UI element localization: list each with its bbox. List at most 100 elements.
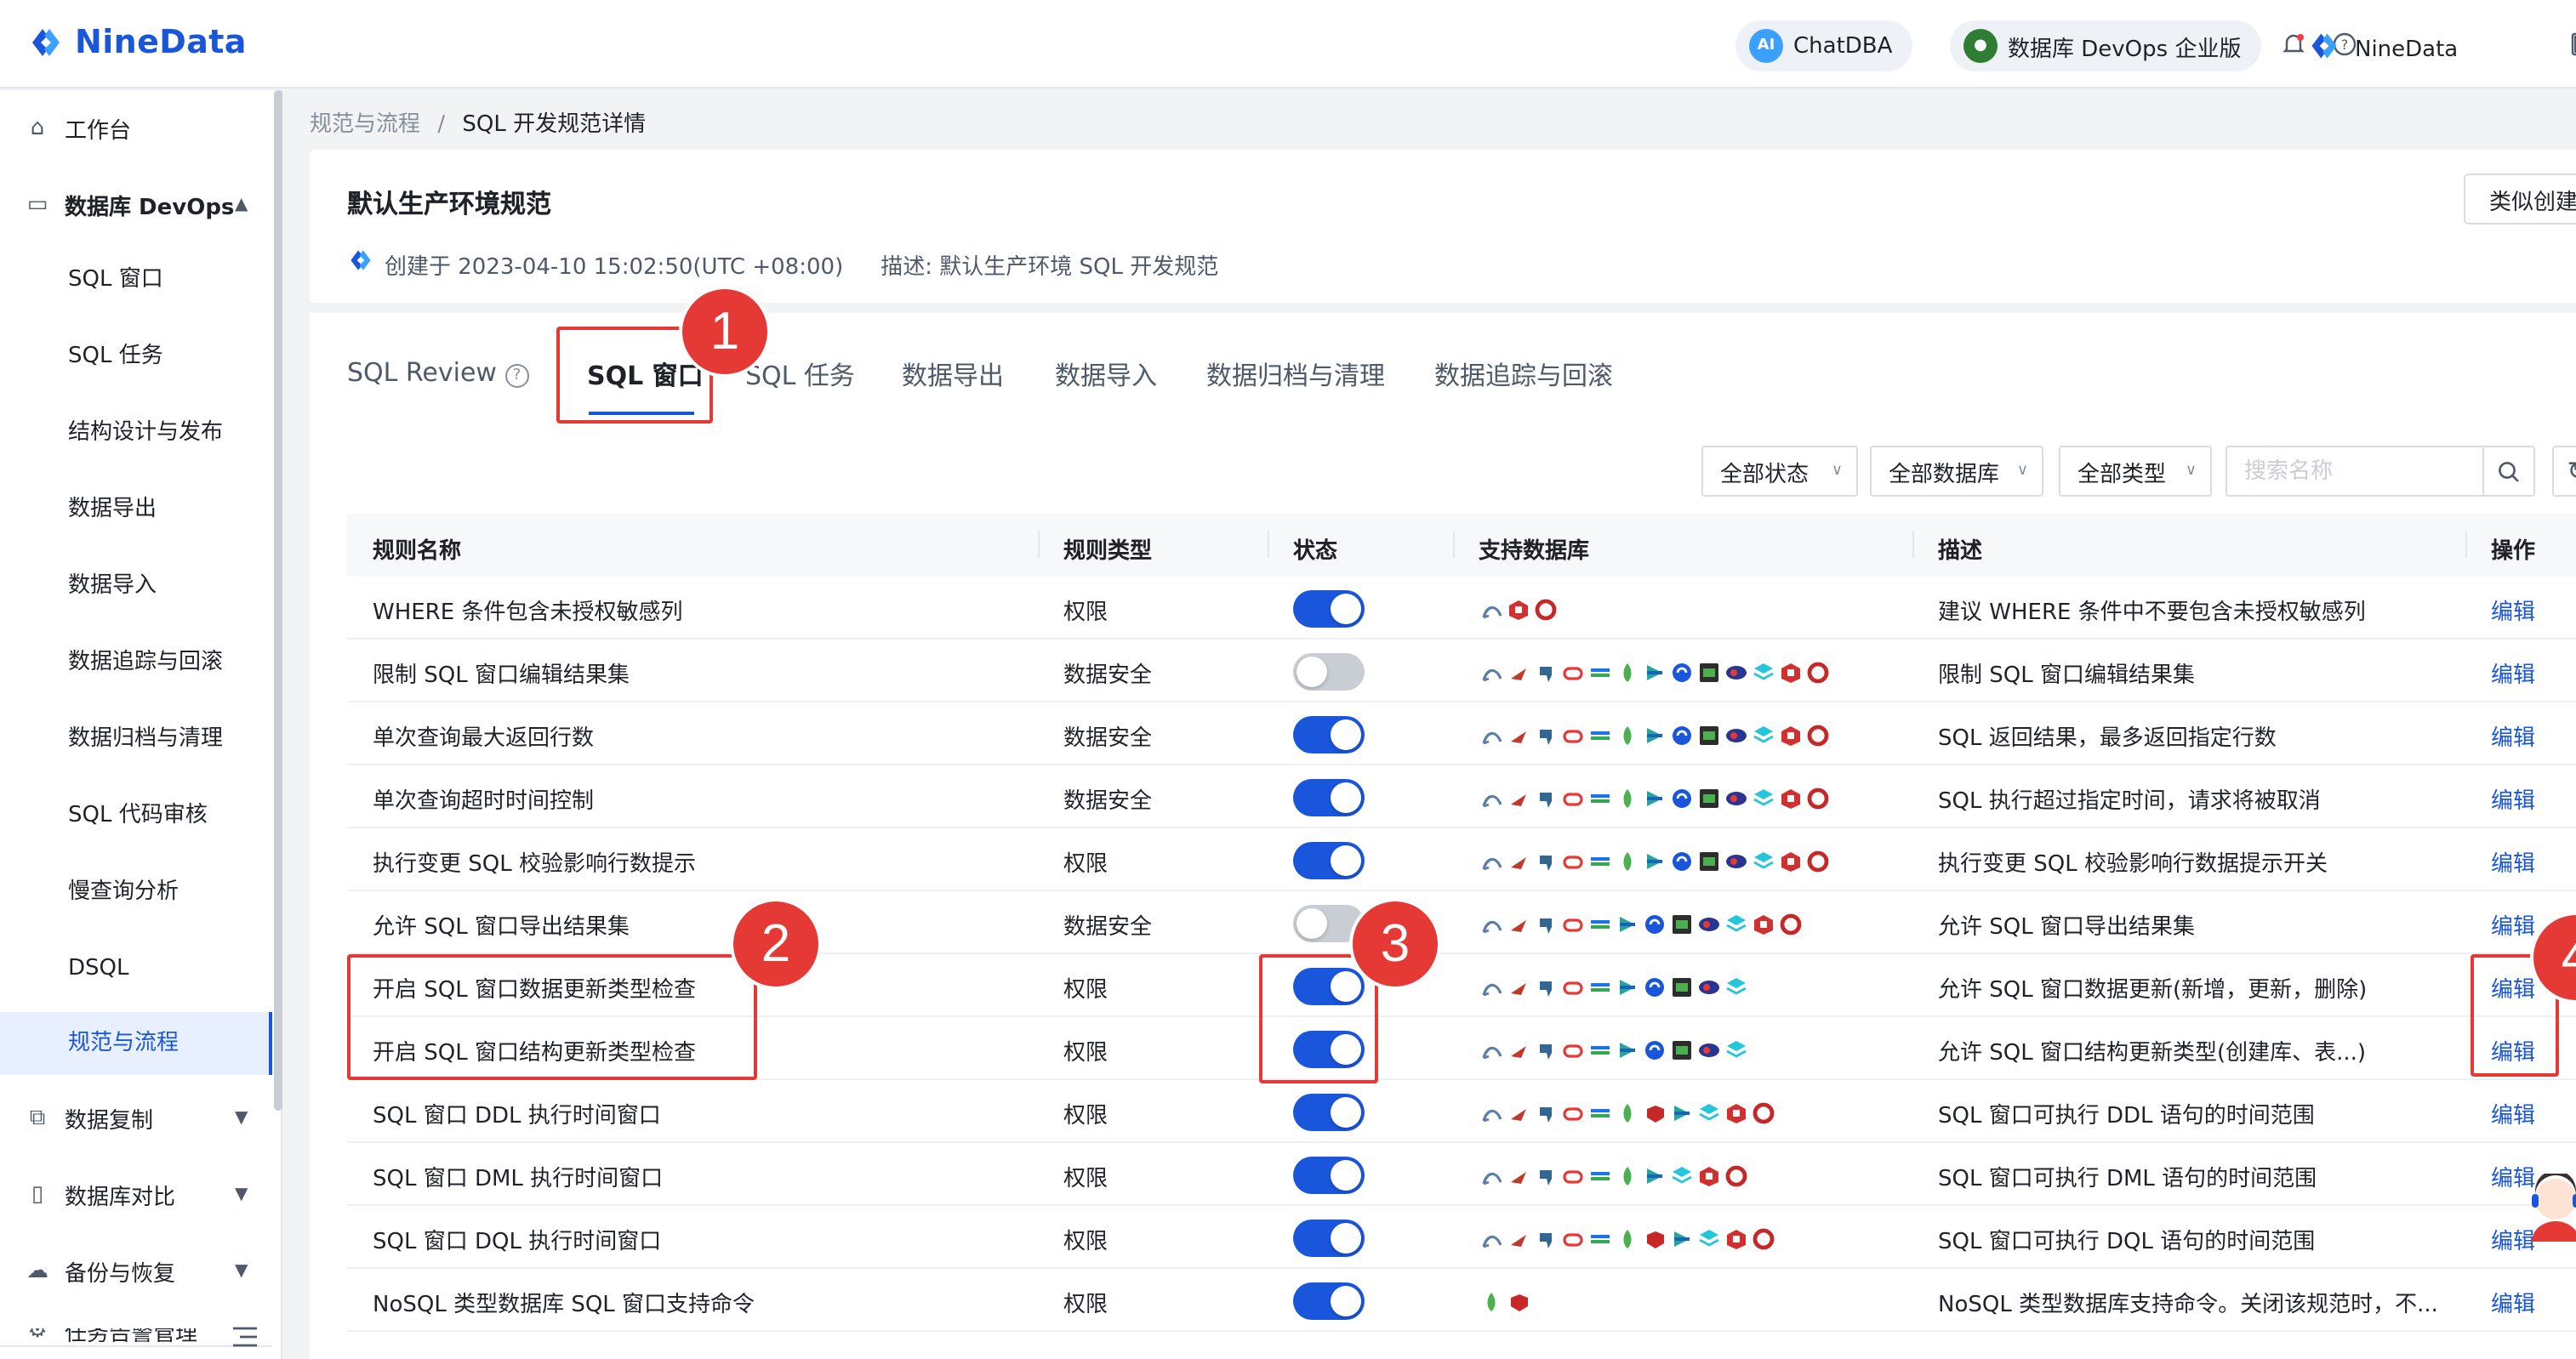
tidb-icon — [1698, 661, 1720, 683]
db2-icon — [1589, 1038, 1611, 1060]
rule-name: 单次查询超时时间控制 — [373, 789, 595, 815]
tab-label: SQL Review — [347, 357, 497, 388]
sidebar-item-label: 数据库 DevOps — [65, 195, 235, 220]
rule-description: 允许 SQL 窗口数据更新(新增，更新，删除) — [1938, 978, 2368, 1004]
language-icon[interactable] — [2569, 31, 2576, 58]
refresh-icon[interactable]: ↻ — [2552, 446, 2576, 497]
oracle-icon — [1562, 1227, 1584, 1249]
status-toggle[interactable] — [1293, 653, 1365, 691]
search-icon[interactable] — [2482, 447, 2533, 495]
sqlserver-icon — [1807, 724, 1829, 746]
chatdba-button[interactable]: AI ChatDBA — [1735, 20, 1913, 71]
tidb-icon — [1671, 913, 1693, 935]
table-row: WHERE 条件包含未授权敏感列 权限 建议 WHERE 条件中不要包含未授权敏感列… — [347, 577, 2576, 640]
rule-description: SQL 执行超过指定时间，请求将被取消 — [1938, 789, 2321, 815]
status-toggle[interactable] — [1293, 842, 1365, 879]
postgresql-icon — [1535, 850, 1557, 872]
rule-description: 允许 SQL 窗口结构更新类型(创建库、表...) — [1938, 1041, 2367, 1066]
bell-icon[interactable] — [2280, 31, 2307, 58]
tidb-icon — [1698, 850, 1720, 872]
sidebar-sub-data-archive[interactable]: 数据归档与清理 — [0, 723, 272, 757]
edit-link[interactable]: 编辑 — [2491, 1286, 2535, 1318]
support-assistant-icon[interactable] — [2525, 1170, 2576, 1242]
tab-sql-task[interactable]: SQL 任务 — [745, 357, 855, 393]
sidebar-item-compare[interactable]: ▯ 数据库对比 ▼ — [0, 1177, 272, 1211]
redis-icon — [1780, 850, 1802, 872]
sidebar-sub-slow-query[interactable]: 慢查询分析 — [0, 876, 272, 910]
edition-label: 数据库 DevOps 企业版 — [2008, 37, 2242, 62]
brand-logo[interactable]: NineData — [27, 24, 247, 61]
status-toggle[interactable] — [1293, 1094, 1365, 1131]
tab-data-export[interactable]: 数据导出 — [902, 357, 1004, 393]
tab-data-tracking[interactable]: 数据追踪与回滚 — [1434, 357, 1613, 393]
status-toggle[interactable] — [1293, 779, 1365, 816]
dameng-icon — [1644, 913, 1666, 935]
tab-data-import[interactable]: 数据导入 — [1055, 357, 1157, 393]
sidebar-item-devops[interactable]: ▭ 数据库 DevOps ▲ — [0, 187, 272, 221]
sqlserver-icon — [1807, 661, 1829, 683]
type-filter[interactable]: 全部类型 ∨ — [2059, 446, 2212, 497]
edition-switcher[interactable]: ● 数据库 DevOps 企业版 — [1950, 20, 2262, 71]
sidebar-scrollbar[interactable] — [274, 90, 282, 1111]
sidebar-sub-data-tracking[interactable]: 数据追踪与回滚 — [0, 646, 272, 680]
status-filter[interactable]: 全部状态 ∨ — [1701, 446, 1858, 497]
mariadb-icon — [1507, 787, 1530, 809]
sidebar-sub-schema-design[interactable]: 结构设计与发布 — [0, 417, 272, 451]
status-toggle[interactable] — [1293, 1157, 1365, 1194]
mariadb-icon — [1507, 850, 1530, 872]
breadcrumb-parent[interactable]: 规范与流程 — [310, 112, 420, 138]
rule-type: 数据安全 — [1063, 663, 1153, 689]
edit-link[interactable]: 编辑 — [2491, 845, 2535, 878]
rule-type: 权限 — [1063, 600, 1108, 626]
db2-icon — [1589, 661, 1611, 683]
sidebar-sub-data-import[interactable]: 数据导入 — [0, 570, 272, 604]
sidebar-item-replication[interactable]: ⧉ 数据复制 ▼ — [0, 1100, 272, 1134]
tab-sql-review[interactable]: SQL Review ? — [347, 357, 529, 388]
status-toggle[interactable] — [1293, 590, 1365, 628]
sidebar-sub-sql-window[interactable]: SQL 窗口 — [0, 264, 272, 298]
tab-data-archive[interactable]: 数据归档与清理 — [1206, 357, 1385, 393]
clickhouse-icon — [1616, 975, 1638, 998]
mariadb-icon — [1507, 1227, 1530, 1249]
oracle-icon — [1562, 661, 1584, 683]
sidebar-item-backup[interactable]: ☁ 备份与恢复 ▼ — [0, 1254, 272, 1288]
help-icon: ? — [504, 364, 529, 388]
status-toggle[interactable] — [1293, 1220, 1365, 1257]
replicate-icon: ⧉ — [29, 1105, 46, 1130]
mysql-icon — [1480, 1038, 1502, 1060]
chevron-down-icon: ∨ — [2185, 463, 2197, 480]
edit-link[interactable]: 编辑 — [2491, 719, 2535, 752]
clone-button[interactable]: 类似创建 — [2464, 173, 2576, 225]
sidebar-sub-dsql[interactable]: DSQL — [0, 952, 272, 987]
edit-link[interactable]: 编辑 — [2491, 782, 2535, 815]
sidebar-sub-data-export[interactable]: 数据导出 — [0, 493, 272, 527]
edit-link[interactable]: 编辑 — [2491, 657, 2535, 689]
edit-link[interactable]: 编辑 — [2491, 1097, 2535, 1129]
mysql-icon — [1480, 1164, 1502, 1186]
database-filter[interactable]: 全部数据库 ∨ — [1870, 446, 2043, 497]
status-toggle[interactable] — [1293, 716, 1365, 753]
sidebar-item-workbench[interactable]: ⌂ 工作台 — [0, 111, 272, 145]
oracle-icon — [1562, 1038, 1584, 1060]
sidebar-sub-specs[interactable]: 规范与流程 — [0, 1012, 272, 1075]
chevron-down-icon: ∨ — [1831, 463, 1843, 480]
redis-icon — [1752, 913, 1775, 935]
type-filter-value: 全部类型 — [2077, 462, 2167, 487]
user-menu[interactable]: NineData — [2307, 29, 2458, 70]
status-toggle[interactable] — [1293, 1282, 1365, 1320]
rule-type: 权限 — [1063, 1041, 1108, 1066]
page-title: 默认生产环境规范 — [347, 189, 552, 219]
table-row: 单次查询超时时间控制 数据安全 SQL 执行超过指定时间，请求将被取消 编辑 — [347, 765, 2576, 828]
sidebar-sub-sql-review[interactable]: SQL 代码审核 — [0, 799, 272, 833]
chevron-down-icon: ▼ — [235, 1185, 248, 1203]
edit-link[interactable]: 编辑 — [2491, 594, 2535, 626]
menu-collapse-icon[interactable] — [231, 1327, 259, 1347]
polardb-icon — [1725, 1038, 1747, 1060]
mysql-icon — [1480, 1227, 1502, 1249]
search-input[interactable] — [2227, 447, 2479, 495]
mariadb-icon — [1507, 661, 1530, 683]
polardb-icon — [1752, 661, 1775, 683]
edit-link[interactable]: 编辑 — [2491, 908, 2535, 941]
sidebar-sub-sql-task[interactable]: SQL 任务 — [0, 340, 272, 374]
db2-icon — [1589, 975, 1611, 998]
